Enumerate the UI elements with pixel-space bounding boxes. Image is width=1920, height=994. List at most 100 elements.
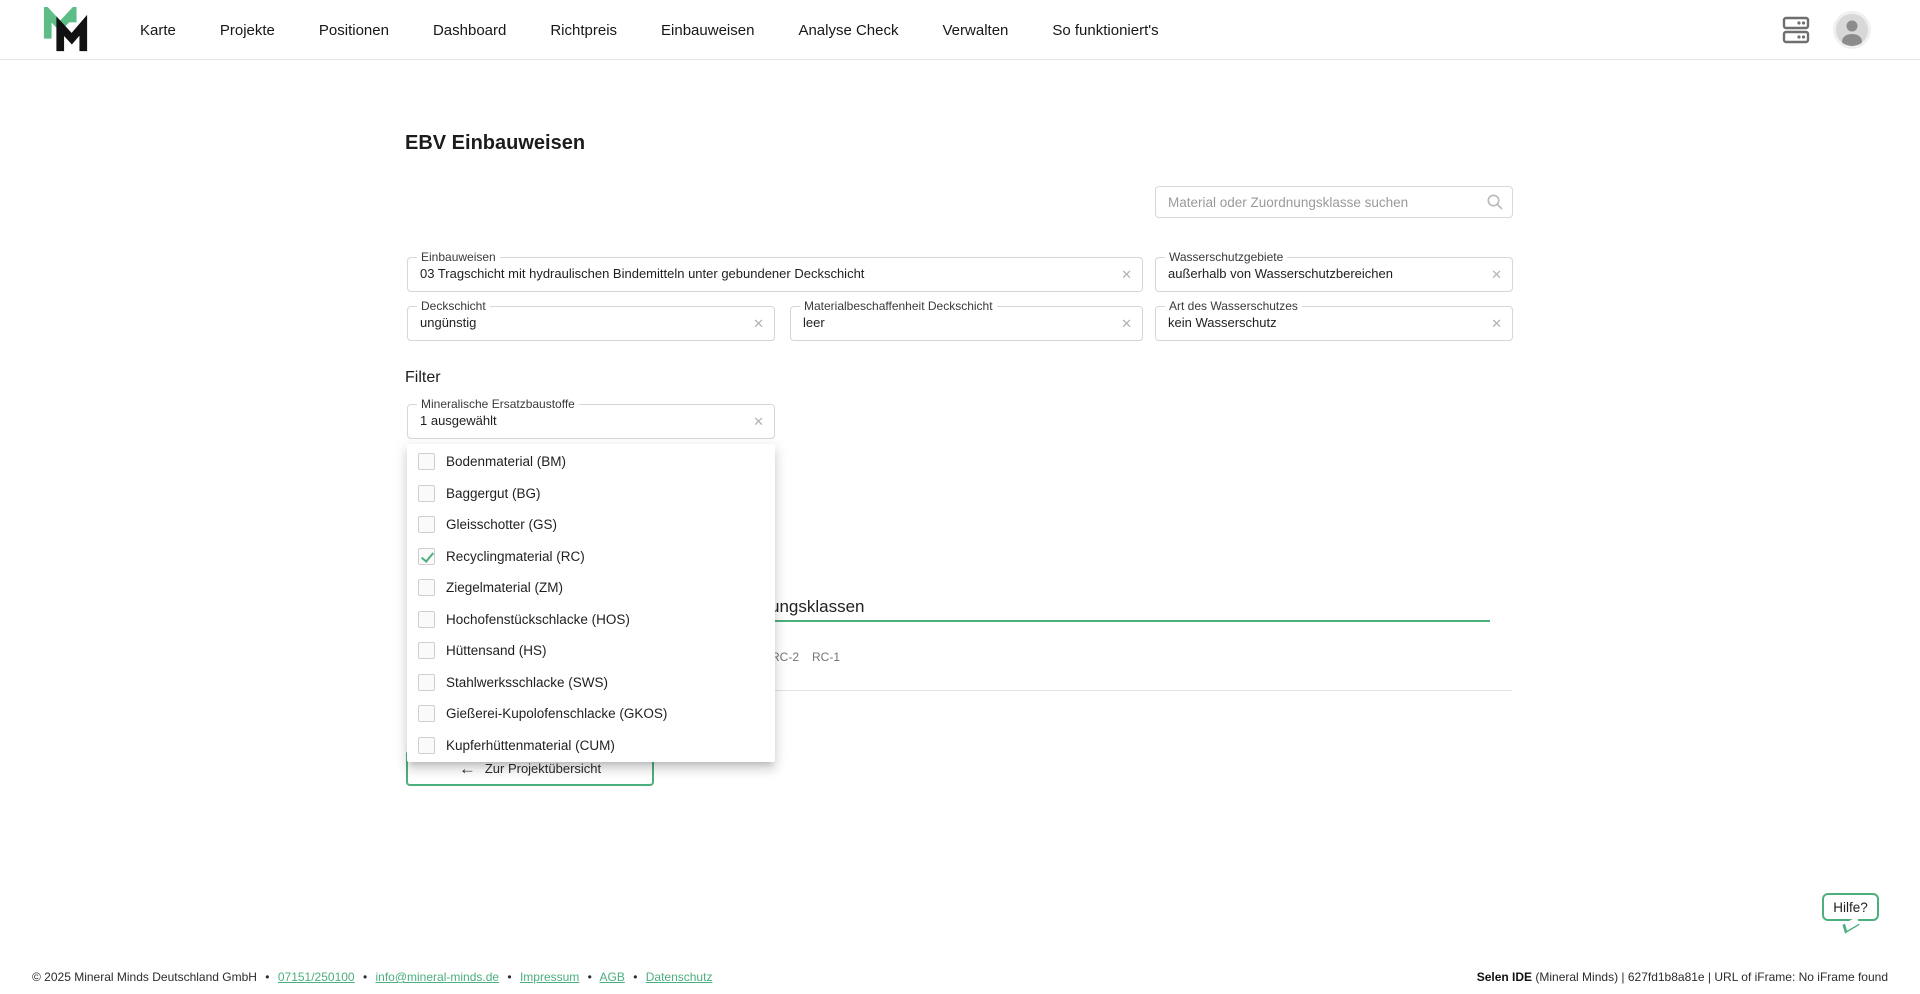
select-wasserschutzgebiete[interactable]: Wasserschutzgebiete außerhalb von Wasser…: [1155, 257, 1513, 292]
top-nav-bar: Karte Projekte Positionen Dashboard Rich…: [0, 0, 1920, 60]
app-window: Karte Projekte Positionen Dashboard Rich…: [0, 0, 1920, 994]
dropdown-option-label: Stahlwerksschlacke (SWS): [446, 675, 608, 690]
field-value: ungünstig: [420, 315, 740, 330]
search-input[interactable]: [1155, 186, 1513, 218]
checkbox-icon[interactable]: [418, 453, 435, 470]
dropdown-option-zm[interactable]: Ziegelmaterial (ZM): [407, 572, 775, 604]
dropdown-option-hos[interactable]: Hochofenstückschlacke (HOS): [407, 604, 775, 636]
field-label: Materialbeschaffenheit Deckschicht: [800, 299, 997, 313]
footer-link-impressum[interactable]: Impressum: [520, 970, 579, 984]
select-art-des-wasserschutzes[interactable]: Art des Wasserschutzes kein Wasserschutz…: [1155, 306, 1513, 341]
dropdown-option-hs[interactable]: Hüttensand (HS): [407, 635, 775, 667]
clear-icon[interactable]: ✕: [1491, 316, 1502, 332]
nav-item-dashboard[interactable]: Dashboard: [433, 22, 506, 39]
zuordnungsklassen-heading: ungsklassen: [770, 597, 865, 617]
nav-item-richtpreis[interactable]: Richtpreis: [550, 22, 617, 39]
checkbox-icon[interactable]: [418, 548, 435, 565]
dropdown-option-bm[interactable]: Bodenmaterial (BM): [407, 446, 775, 478]
field-label: Wasserschutzgebiete: [1165, 250, 1287, 264]
ersatzbaustoffe-dropdown-menu: Bodenmaterial (BM) Baggergut (BG) Gleiss…: [407, 444, 775, 762]
field-label: Art des Wasserschutzes: [1165, 299, 1302, 313]
ide-details: (Mineral Minds) | 627fd1b8a81e | URL of …: [1532, 970, 1888, 984]
dropdown-option-label: Bodenmaterial (BM): [446, 454, 566, 469]
ide-name: Selen IDE: [1477, 970, 1532, 984]
nav-item-positionen[interactable]: Positionen: [319, 22, 389, 39]
dropdown-option-label: Recyclingmaterial (RC): [446, 549, 585, 564]
filter-heading: Filter: [405, 369, 441, 387]
footer: © 2025 Mineral Minds Deutschland GmbH • …: [0, 960, 1920, 994]
search-icon: [1486, 193, 1504, 211]
dropdown-option-label: Ziegelmaterial (ZM): [446, 580, 563, 595]
dropdown-option-label: Gleisschotter (GS): [446, 517, 557, 532]
checkbox-icon[interactable]: [418, 516, 435, 533]
footer-legal: © 2025 Mineral Minds Deutschland GmbH • …: [32, 970, 712, 984]
footer-link-phone[interactable]: 07151/250100: [278, 970, 355, 984]
page-title: EBV Einbauweisen: [405, 132, 585, 155]
checkbox-icon[interactable]: [418, 579, 435, 596]
clear-icon[interactable]: ✕: [1121, 316, 1132, 332]
dropdown-option-sws[interactable]: Stahlwerksschlacke (SWS): [407, 667, 775, 699]
dropdown-option-cum[interactable]: Kupferhüttenmaterial (CUM): [407, 730, 775, 762]
clear-icon[interactable]: ✕: [1491, 267, 1502, 283]
checkbox-icon[interactable]: [418, 674, 435, 691]
footer-link-datenschutz[interactable]: Datenschutz: [646, 970, 713, 984]
checkbox-icon[interactable]: [418, 485, 435, 502]
nav-item-einbauweisen[interactable]: Einbauweisen: [661, 22, 754, 39]
field-value: leer: [803, 315, 1108, 330]
mineral-minds-logo-icon[interactable]: [42, 7, 90, 55]
back-button-label: Zur Projektübersicht: [485, 761, 601, 776]
dropdown-option-rc[interactable]: Recyclingmaterial (RC): [407, 541, 775, 573]
field-label: Deckschicht: [417, 299, 490, 313]
field-value: außerhalb von Wasserschutzbereichen: [1168, 266, 1478, 281]
dropdown-option-label: Kupferhüttenmaterial (CUM): [446, 738, 615, 753]
nav-item-projekte[interactable]: Projekte: [220, 22, 275, 39]
separator-dot: •: [363, 970, 367, 984]
footer-link-agb[interactable]: AGB: [600, 970, 625, 984]
copyright-text: © 2025 Mineral Minds Deutschland GmbH: [32, 970, 257, 984]
help-button-label: Hilfe?: [1833, 900, 1868, 915]
select-materialbeschaffenheit[interactable]: Materialbeschaffenheit Deckschicht leer …: [790, 306, 1143, 341]
dropdown-option-label: Hüttensand (HS): [446, 643, 547, 658]
separator-dot: •: [588, 970, 592, 984]
tab-rc-1[interactable]: RC-1: [812, 650, 840, 664]
arrow-left-icon: ←: [459, 760, 476, 777]
dropdown-option-label: Hochofenstückschlacke (HOS): [446, 612, 630, 627]
dropdown-option-label: Baggergut (BG): [446, 486, 541, 501]
header-actions: [1782, 0, 1868, 60]
nav-item-so-funktionierts[interactable]: So funktioniert's: [1052, 22, 1158, 39]
field-label: Mineralische Ersatzbaustoffe: [417, 397, 579, 411]
dropdown-option-gkos[interactable]: Gießerei-Kupolofenschlacke (GKOS): [407, 698, 775, 730]
clear-icon[interactable]: ✕: [753, 414, 764, 430]
field-label: Einbauweisen: [417, 250, 500, 264]
footer-link-email[interactable]: info@mineral-minds.de: [375, 970, 499, 984]
nav-item-karte[interactable]: Karte: [140, 22, 176, 39]
checkbox-icon[interactable]: [418, 642, 435, 659]
select-mineralische-ersatzbaustoffe[interactable]: Mineralische Ersatzbaustoffe 1 ausgewähl…: [407, 404, 775, 439]
separator-dot: •: [507, 970, 511, 984]
field-value: 1 ausgewählt: [420, 413, 740, 428]
clear-icon[interactable]: ✕: [1121, 267, 1132, 283]
search-box: [1155, 186, 1513, 218]
select-deckschicht[interactable]: Deckschicht ungünstig ✕: [407, 306, 775, 341]
server-stack-icon[interactable]: [1782, 14, 1810, 46]
main-nav: Karte Projekte Positionen Dashboard Rich…: [140, 0, 1159, 60]
field-value: kein Wasserschutz: [1168, 315, 1478, 330]
user-avatar[interactable]: [1836, 14, 1868, 46]
help-button[interactable]: Hilfe?: [1822, 893, 1879, 921]
person-icon: [1836, 14, 1868, 46]
dropdown-option-gs[interactable]: Gleisschotter (GS): [407, 509, 775, 541]
checkbox-icon[interactable]: [418, 705, 435, 722]
separator-dot: •: [265, 970, 269, 984]
dropdown-option-label: Gießerei-Kupolofenschlacke (GKOS): [446, 706, 667, 721]
dropdown-option-bg[interactable]: Baggergut (BG): [407, 478, 775, 510]
footer-debug-info: Selen IDE (Mineral Minds) | 627fd1b8a81e…: [1477, 970, 1888, 984]
checkbox-icon[interactable]: [418, 737, 435, 754]
clear-icon[interactable]: ✕: [753, 316, 764, 332]
field-value: 03 Tragschicht mit hydraulischen Bindemi…: [420, 266, 1108, 281]
nav-item-analyse-check[interactable]: Analyse Check: [798, 22, 898, 39]
separator-dot: •: [633, 970, 637, 984]
nav-item-verwalten[interactable]: Verwalten: [943, 22, 1009, 39]
tab-rc-2[interactable]: RC-2: [771, 650, 799, 664]
select-einbauweisen[interactable]: Einbauweisen 03 Tragschicht mit hydrauli…: [407, 257, 1143, 292]
checkbox-icon[interactable]: [418, 611, 435, 628]
